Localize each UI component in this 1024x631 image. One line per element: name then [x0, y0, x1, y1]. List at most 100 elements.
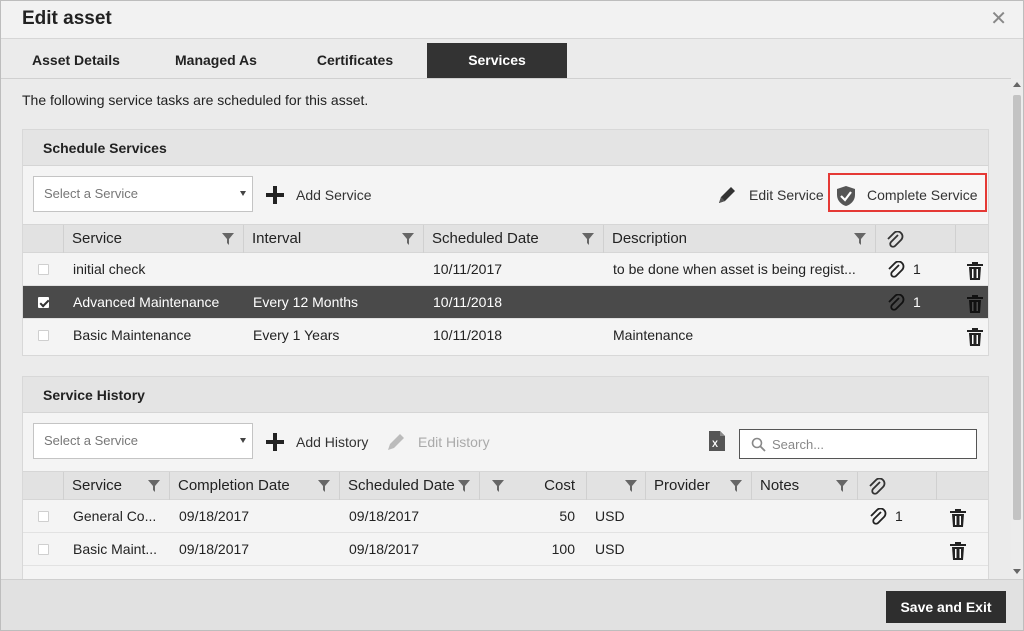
- content-scrollbar[interactable]: [1011, 79, 1023, 579]
- close-icon[interactable]: ✕: [990, 9, 1007, 29]
- col-scheduled-date[interactable]: Scheduled Date: [423, 225, 604, 253]
- row-checkbox[interactable]: [38, 511, 49, 522]
- trash-icon[interactable]: [967, 262, 983, 280]
- plus-icon: [266, 186, 284, 204]
- search-input[interactable]: [772, 434, 968, 454]
- table-row[interactable]: General Co... 09/18/2017 09/18/2017 50 U…: [23, 500, 988, 533]
- paperclip-icon[interactable]: [869, 508, 887, 526]
- cell-date: 10/11/2018: [433, 327, 503, 343]
- trash-icon[interactable]: [967, 328, 983, 346]
- intro-text: The following service tasks are schedule…: [22, 92, 369, 108]
- trash-icon[interactable]: [950, 542, 966, 560]
- attachment-count: [895, 533, 915, 566]
- row-checkbox[interactable]: [38, 297, 49, 308]
- search-icon: [751, 437, 766, 452]
- schedule-select-value: Select a Service: [44, 186, 138, 201]
- cell-interval: [253, 253, 423, 286]
- scroll-thumb[interactable]: [1013, 95, 1021, 520]
- attachment-count: 1: [895, 508, 903, 524]
- paperclip-icon[interactable]: [887, 294, 905, 312]
- cell-scheduled-date: 09/18/2017: [349, 508, 420, 524]
- service-history-panel: Service History Select a Service Add His…: [22, 376, 989, 579]
- edit-history-button[interactable]: Edit History: [386, 431, 496, 453]
- tab-asset-details[interactable]: Asset Details: [1, 43, 151, 78]
- filter-icon[interactable]: [625, 480, 637, 492]
- trash-icon[interactable]: [950, 509, 966, 527]
- col-description[interactable]: Description: [603, 225, 875, 253]
- cell-cost: 100: [551, 541, 575, 557]
- filter-icon[interactable]: [222, 233, 234, 245]
- col-provider[interactable]: Provider: [645, 472, 752, 500]
- col-completion-date[interactable]: Completion Date: [169, 472, 340, 500]
- schedule-service-select[interactable]: Select a Service: [33, 176, 253, 212]
- filter-icon[interactable]: [458, 480, 470, 492]
- tab-bar: Asset Details Managed As Certificates Se…: [1, 43, 1011, 78]
- col-currency[interactable]: [586, 472, 646, 500]
- cell-interval: Every 12 Months: [253, 294, 359, 310]
- attachment-count: 1: [913, 294, 921, 310]
- tab-certificates[interactable]: Certificates: [281, 43, 429, 78]
- edit-service-button[interactable]: Edit Service: [717, 184, 827, 206]
- col-scheduled-date[interactable]: Scheduled Date: [339, 472, 480, 500]
- complete-service-button[interactable]: Complete Service: [835, 184, 985, 206]
- cell-currency: USD: [595, 508, 625, 524]
- edit-history-label: Edit History: [418, 434, 490, 450]
- cell-cost: 50: [559, 508, 575, 524]
- col-notes[interactable]: Notes: [751, 472, 858, 500]
- dialog-titlebar: Edit asset ✕: [1, 1, 1023, 39]
- col-service[interactable]: Service: [63, 225, 244, 253]
- paperclip-icon[interactable]: [887, 261, 905, 279]
- plus-icon: [266, 433, 284, 451]
- history-search-box[interactable]: [739, 429, 977, 459]
- cell-date: 10/11/2017: [433, 261, 503, 277]
- attachment-count: [913, 319, 933, 352]
- edit-asset-dialog: Edit asset ✕ Asset Details Managed As Ce…: [0, 0, 1024, 631]
- filter-icon[interactable]: [402, 233, 414, 245]
- col-interval[interactable]: Interval: [243, 225, 424, 253]
- history-service-select[interactable]: Select a Service: [33, 423, 253, 459]
- tab-services[interactable]: Services: [427, 43, 567, 78]
- table-row[interactable]: Basic Maint... 09/18/2017 09/18/2017 100…: [23, 533, 988, 566]
- cell-description: [613, 286, 871, 319]
- history-grid-header: Service Completion Date Scheduled Date C…: [23, 471, 988, 500]
- filter-icon[interactable]: [854, 233, 866, 245]
- row-checkbox[interactable]: [38, 330, 49, 341]
- pencil-icon: [719, 187, 735, 203]
- filter-icon[interactable]: [582, 233, 594, 245]
- services-content: The following service tasks are schedule…: [1, 79, 1011, 579]
- cell-service: Basic Maint...: [73, 541, 158, 557]
- tab-managed-as[interactable]: Managed As: [151, 43, 281, 78]
- col-attachments[interactable]: [875, 225, 955, 253]
- col-cost[interactable]: Cost: [479, 472, 587, 500]
- add-history-button[interactable]: Add History: [265, 431, 375, 453]
- paperclip-icon: [869, 478, 886, 495]
- filter-icon[interactable]: [730, 480, 742, 492]
- paperclip-icon: [887, 231, 904, 248]
- excel-export-icon[interactable]: X: [709, 431, 725, 451]
- save-and-exit-button[interactable]: Save and Exit: [886, 591, 1006, 623]
- complete-service-label: Complete Service: [867, 187, 978, 203]
- col-service[interactable]: Service: [63, 472, 170, 500]
- scroll-up-arrow-icon[interactable]: [1013, 82, 1021, 87]
- row-checkbox[interactable]: [38, 264, 49, 275]
- cell-service: Basic Maintenance: [73, 327, 192, 343]
- filter-icon[interactable]: [318, 480, 330, 492]
- scroll-down-arrow-icon[interactable]: [1013, 569, 1021, 574]
- table-row[interactable]: initial check 10/11/2017 to be done when…: [23, 253, 988, 286]
- add-history-label: Add History: [296, 434, 369, 450]
- chevron-down-icon: [240, 438, 246, 443]
- history-toolbar: Select a Service Add History Edit Histor…: [23, 413, 988, 471]
- filter-icon[interactable]: [148, 480, 160, 492]
- table-row[interactable]: Advanced Maintenance Every 12 Months 10/…: [23, 286, 988, 319]
- table-row[interactable]: Basic Maintenance Every 1 Years 10/11/20…: [23, 319, 988, 352]
- row-checkbox[interactable]: [38, 544, 49, 555]
- dialog-title: Edit asset: [22, 8, 112, 29]
- trash-icon[interactable]: [967, 295, 983, 313]
- col-attachments[interactable]: [857, 472, 937, 500]
- svg-text:X: X: [712, 439, 718, 449]
- pencil-icon: [388, 434, 404, 450]
- add-service-button[interactable]: Add Service: [265, 184, 385, 206]
- filter-icon[interactable]: [492, 480, 504, 492]
- filter-icon[interactable]: [836, 480, 848, 492]
- chevron-down-icon: [240, 191, 246, 196]
